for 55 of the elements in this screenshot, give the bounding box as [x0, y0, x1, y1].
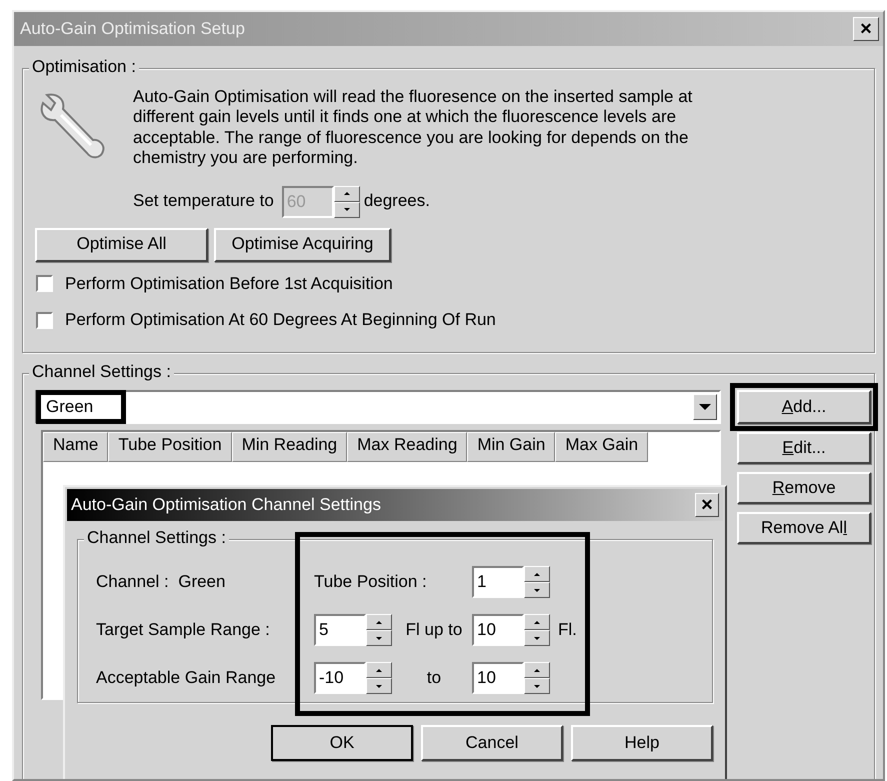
channel-value: Green	[45, 396, 94, 418]
field-label: Tube Position :	[314, 572, 428, 592]
number-field[interactable]: -10	[314, 662, 366, 694]
joiner-label: to	[426, 668, 442, 688]
unit-label: Fl.	[558, 620, 578, 640]
joiner-label: Fl up to	[404, 620, 464, 640]
channel-dropdown[interactable]: Green	[35, 390, 721, 424]
action-button[interactable]: Remove	[737, 472, 871, 504]
action-button[interactable]: Remove All	[737, 512, 871, 544]
dialog-button[interactable]: OK	[271, 725, 413, 761]
spin-up-button[interactable]	[524, 566, 550, 582]
dialog-title: Auto-Gain Optimisation Channel Settings	[71, 494, 381, 516]
window-title: Auto-Gain Optimisation Setup	[20, 18, 245, 40]
close-button[interactable]: ×	[695, 493, 719, 517]
group-label: Channel Settings :	[84, 528, 229, 548]
option-label: Perform Optimisation Before 1st Acquisition	[65, 274, 393, 294]
number-field[interactable]: 10	[472, 614, 524, 646]
spin-up-button[interactable]	[524, 614, 550, 630]
temperature-label: Set temperature to	[133, 191, 274, 212]
checkbox[interactable]	[36, 275, 53, 292]
action-button[interactable]: Add...	[737, 390, 871, 424]
group-label: Channel Settings :	[29, 362, 174, 382]
option-label: Perform Optimisation At 60 Degrees At Beginning Of Run	[65, 310, 496, 330]
spin-down-button[interactable]	[524, 678, 550, 694]
spin-down-button[interactable]	[366, 630, 392, 646]
column-header[interactable]: Name	[43, 432, 108, 462]
spin-up-button[interactable]	[524, 662, 550, 678]
spin-up-button[interactable]	[366, 614, 392, 630]
column-header[interactable]: Max Gain	[555, 432, 648, 462]
spin-down-button[interactable]	[524, 582, 550, 598]
description-text: Auto-Gain Optimisation will read the fluoresence on the inserted sample at different gain levels until it finds one at which the fluorescence levels are acceptable. The range of fluorescence you are looking for depends on the chemistry you are performing.	[133, 87, 694, 169]
spin-up-button[interactable]	[334, 186, 360, 202]
close-button[interactable]: ×	[853, 17, 879, 41]
number-field[interactable]: 5	[314, 614, 366, 646]
spin-down-button[interactable]	[334, 202, 360, 218]
action-button[interactable]: Edit...	[737, 432, 871, 464]
column-header[interactable]: Min Gain	[467, 432, 556, 462]
column-header[interactable]: Tube Position	[108, 432, 232, 462]
column-header[interactable]: Max Reading	[347, 432, 468, 462]
optimise-all-button[interactable]: Optimise All	[35, 228, 208, 262]
dialog-button[interactable]: Cancel	[421, 725, 563, 761]
column-header[interactable]: Min Reading	[232, 432, 348, 462]
number-field[interactable]: 10	[472, 662, 524, 694]
field-label: Target Sample Range :	[96, 620, 271, 640]
channel-text: Channel : Green	[96, 572, 226, 592]
spin-down-button[interactable]	[366, 678, 392, 694]
spin-down-button[interactable]	[524, 630, 550, 646]
checkbox[interactable]	[36, 312, 53, 329]
number-field[interactable]: 1	[472, 566, 524, 598]
unit-label: degrees.	[364, 191, 430, 212]
spin-up-button[interactable]	[366, 662, 392, 678]
dialog-button[interactable]: Help	[571, 725, 713, 761]
optimise-acquiring-button[interactable]: Optimise Acquiring	[214, 228, 391, 262]
group-label: Optimisation :	[29, 57, 139, 78]
field-label: Acceptable Gain Range	[96, 668, 277, 688]
